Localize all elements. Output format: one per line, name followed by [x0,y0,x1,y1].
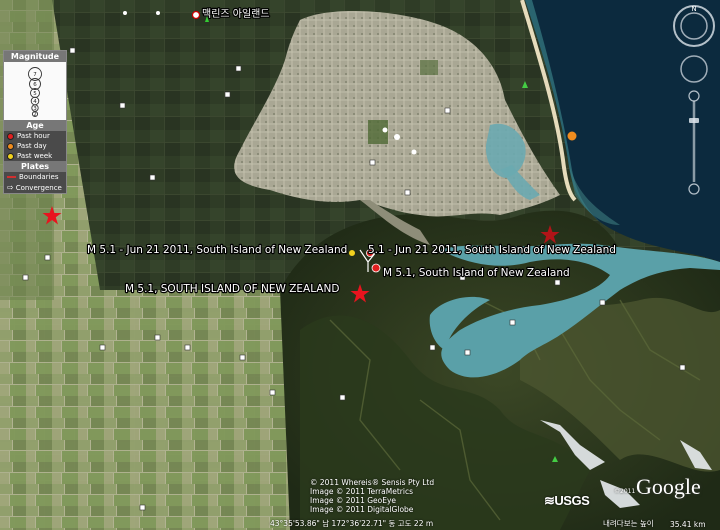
quake-marker-offshore[interactable] [567,131,577,141]
imagery-credits: © 2011 Whereis® Sensis Pty Ltd Image © 2… [310,478,434,514]
eye-altitude-value: 35.41 km [670,520,706,529]
map-legend: Magnitude 7 6 5 4 3 2 Age Past hour Past… [3,50,67,194]
mag-7: 7 [33,72,37,78]
legend-age-past-day: Past day [4,141,66,151]
zoom-slider[interactable] [688,90,700,195]
google-logo: Google [636,474,701,499]
status-bar: 43°35'53.86" 남 172°36'22.71" 동 고도 22 m 내… [0,519,720,530]
navigation-controls[interactable]: N [668,0,720,200]
mag-6: 6 [33,82,37,88]
coordinates-readout: 43°35'53.86" 남 172°36'22.71" 동 고도 22 m [270,519,434,528]
place-marker-icon[interactable] [191,10,201,20]
quake-label-1: M 5.1 - Jun 21 2011, South Island of New… [87,244,347,256]
quake-marker-cluster[interactable] [371,263,381,273]
place-label: 맥린즈 아일랜드 [202,8,270,20]
usgs-logo: ≋USGS [544,493,590,508]
legend-plates-title: Plates [4,161,66,172]
credit-line: Image © 2011 TerraMetrics [310,487,414,496]
boundary-line-icon [7,176,16,178]
legend-plates-boundaries: Boundaries [4,172,66,182]
quake-label-2: 5.1 - Jun 21 2011, South Island of New Z… [368,244,616,256]
eye-altitude-label: 내려다보는 높이 [603,519,654,528]
svg-text:N: N [691,5,696,13]
look-joystick-icon[interactable] [680,55,708,83]
mag-5: 5 [33,91,37,97]
credit-line: Image © 2011 DigitalGlobe [310,505,414,514]
legend-plates-convergence: ⇨ Convergence [4,182,66,193]
credit-line: Image © 2011 GeoEye [310,496,397,505]
orange-dot-icon [7,142,14,150]
mag-2: 2 [33,112,37,118]
convergence-arrow-icon: ⇨ [7,183,14,192]
legend-age-title: Age [4,120,66,131]
legend-age-past-week: Past week [4,151,66,161]
yellow-dot-icon [7,152,14,160]
credit-line: © 2011 Whereis® Sensis Pty Ltd [310,478,435,487]
quake-label-4: M 5.1, SOUTH ISLAND OF NEW ZEALAND [125,283,339,295]
red-dot-icon [7,132,14,140]
legend-magnitude-scale: 7 6 5 4 3 2 [4,62,66,120]
legend-age-past-hour: Past hour [4,131,66,141]
satellite-map[interactable]: 맥린즈 아일랜드 M 5.1 - Jun 21 2011, South Isla… [0,0,720,530]
mag-4: 4 [33,99,37,105]
google-copyright: ©2011 [614,488,636,495]
quake-label-3: M 5.1, South Island of New Zealand [383,267,570,279]
legend-magnitude-title: Magnitude [4,51,66,62]
compass-ring-icon[interactable]: N [673,5,715,47]
